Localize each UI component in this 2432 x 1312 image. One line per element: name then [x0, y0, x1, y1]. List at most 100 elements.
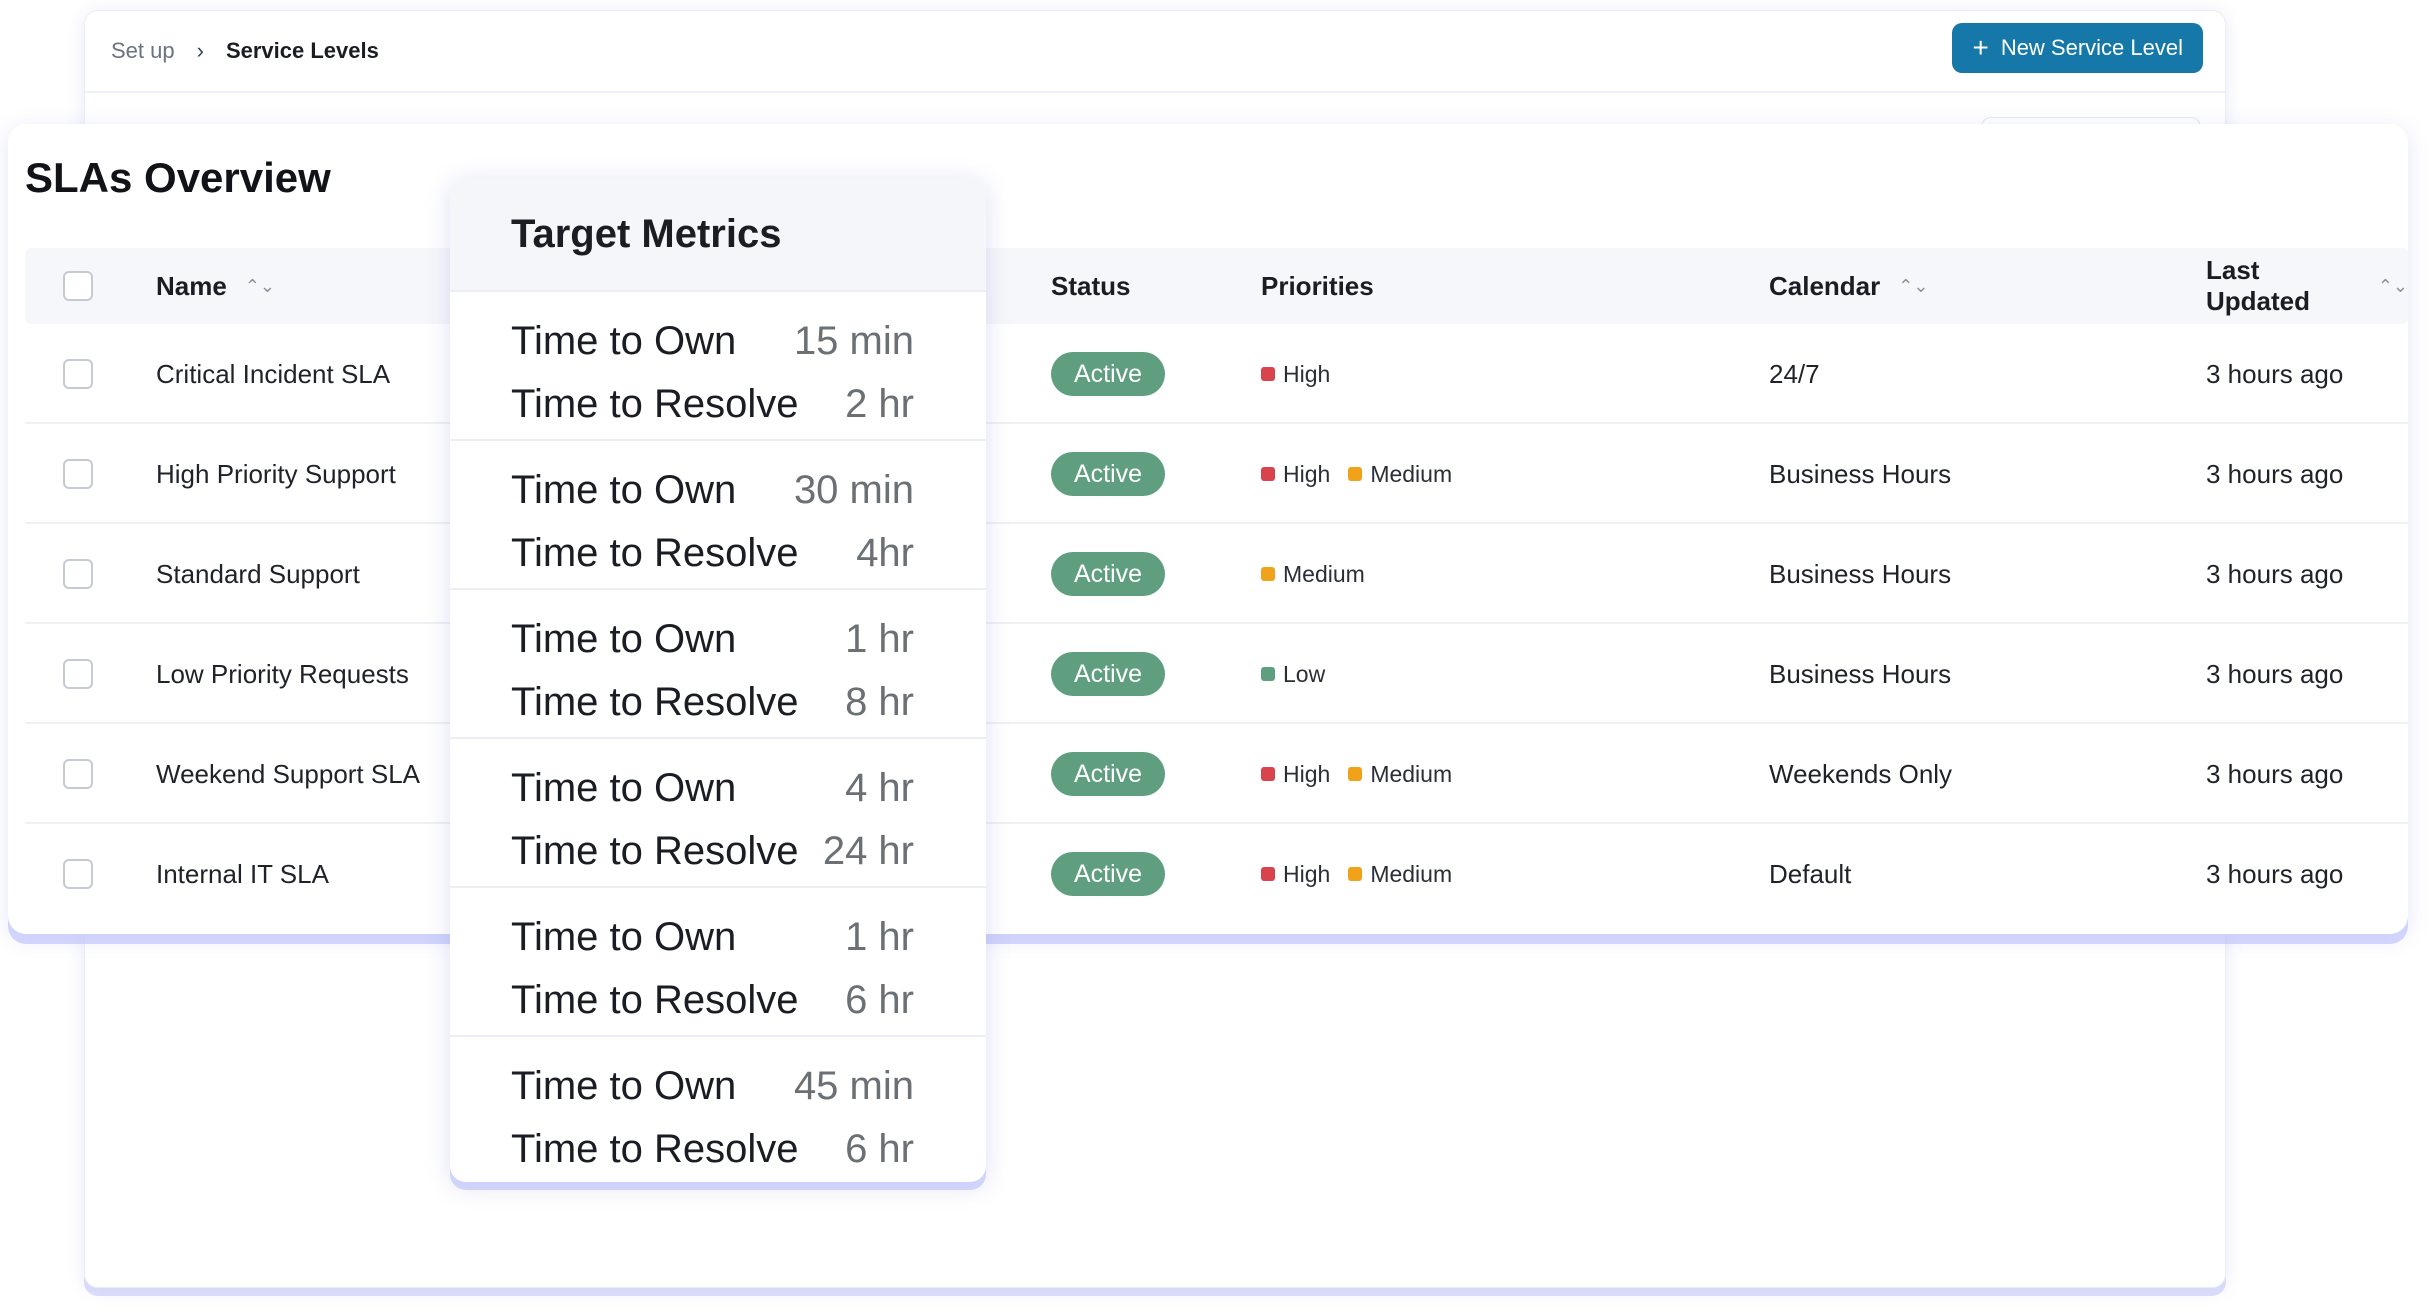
sla-name[interactable]: Internal IT SLA [156, 824, 329, 924]
priority-label: Medium [1370, 460, 1453, 487]
status-cell: Active [1051, 324, 1166, 424]
target-metrics-title: Target Metrics [450, 178, 986, 292]
status-cell: Active [1051, 424, 1166, 524]
new-service-level-label: New Service Level [2000, 35, 2183, 60]
time-to-own-label: Time to Own [511, 617, 737, 661]
column-priorities-label: Priorities [1261, 270, 1374, 301]
status-badge: Active [1051, 452, 1166, 496]
row-checkbox[interactable] [63, 559, 93, 589]
sla-name[interactable]: Standard Support [156, 524, 360, 624]
time-to-resolve-label: Time to Resolve [511, 680, 799, 724]
priority-dot [1348, 767, 1363, 781]
column-calendar-label: Calendar [1769, 270, 1881, 301]
sla-name[interactable]: High Priority Support [156, 424, 396, 524]
time-to-resolve-label: Time to Resolve [511, 1127, 799, 1171]
row-checkbox[interactable] [63, 359, 93, 389]
priority-dot [1261, 567, 1275, 581]
time-to-resolve-value: 6 hr [845, 978, 914, 1022]
time-to-own-label: Time to Own [511, 1064, 737, 1108]
stage: Set up › Service Levels + New Service Le… [0, 0, 2432, 1312]
priority-dot [1261, 367, 1275, 381]
select-all-checkbox[interactable] [63, 271, 93, 301]
priorities-cell: High Medium [1261, 824, 1470, 924]
column-last-updated-label: Last Updated [2206, 255, 2310, 316]
column-status-label: Status [1051, 270, 1131, 301]
time-to-own-row: Time to Own 30 min [511, 459, 986, 522]
column-name-label: Name [156, 270, 227, 301]
time-to-resolve-value: 4hr [856, 531, 914, 575]
priority-dot [1261, 467, 1275, 481]
calendar-cell: Business Hours [1769, 558, 1952, 589]
time-to-resolve-value: 8 hr [845, 680, 914, 724]
row-checkbox[interactable] [63, 759, 93, 789]
priorities-cell: Medium [1261, 524, 1383, 624]
table-row[interactable]: High Priority Support Active High Medium… [25, 424, 2408, 524]
time-to-resolve-row: Time to Resolve 6 hr [511, 1118, 986, 1181]
table-row[interactable]: Standard Support Active Medium Business … [25, 524, 2408, 624]
column-last-updated[interactable]: Last Updated ⌃⌄ [2206, 248, 2408, 324]
time-to-resolve-row: Time to Resolve 4hr [511, 522, 986, 585]
new-service-level-button[interactable]: + New Service Level [1952, 23, 2203, 73]
chevron-right-icon: › [196, 38, 204, 63]
column-name[interactable]: Name ⌃⌄ [156, 248, 275, 324]
time-to-own-row: Time to Own 15 min [511, 310, 986, 373]
sort-icon[interactable]: ⌃⌄ [245, 276, 275, 297]
page-header: Set up › Service Levels [85, 11, 2225, 93]
table-row[interactable]: Critical Incident SLA Active High 24/7 3… [25, 324, 2408, 424]
priority-label: Medium [1370, 760, 1453, 787]
priority-label: High [1283, 460, 1331, 487]
calendar-cell: Weekends Only [1769, 758, 1953, 789]
time-to-resolve-value: 2 hr [845, 382, 914, 426]
priority-tag: High [1261, 861, 1330, 888]
status-badge: Active [1051, 852, 1166, 896]
priority-label: High [1283, 860, 1331, 887]
priorities-cell: Low [1261, 624, 1343, 724]
table-row[interactable]: Low Priority Requests Active Low Busines… [25, 624, 2408, 724]
time-to-resolve-label: Time to Resolve [511, 382, 799, 426]
priority-tag: High [1261, 761, 1330, 788]
column-calendar[interactable]: Calendar ⌃⌄ [1769, 248, 1928, 324]
time-to-own-label: Time to Own [511, 319, 737, 363]
priority-tag: Medium [1348, 461, 1452, 488]
status-cell: Active [1051, 624, 1166, 724]
priority-dot [1261, 867, 1275, 881]
sla-name[interactable]: Critical Incident SLA [156, 324, 390, 424]
priority-tag: High [1261, 361, 1330, 388]
time-to-own-row: Time to Own 1 hr [511, 608, 986, 671]
time-to-own-label: Time to Own [511, 766, 737, 810]
priority-dot [1261, 767, 1275, 781]
priority-dot [1348, 867, 1363, 881]
time-to-own-label: Time to Own [511, 915, 737, 959]
time-to-resolve-row: Time to Resolve 2 hr [511, 373, 986, 436]
table-row[interactable]: Weekend Support SLA Active High Medium W… [25, 724, 2408, 824]
time-to-resolve-value: 6 hr [845, 1127, 914, 1171]
metric-group: Time to Own 1 hr Time to Resolve 6 hr [450, 888, 986, 1037]
priority-label: Medium [1283, 560, 1365, 587]
card-title: SLAs Overview [25, 154, 331, 201]
calendar-cell: Default [1769, 858, 1852, 889]
priorities-cell: High [1261, 324, 1348, 424]
table-row[interactable]: Internal IT SLA Active High Medium Defau… [25, 824, 2408, 924]
time-to-own-row: Time to Own 4 hr [511, 757, 986, 820]
time-to-resolve-row: Time to Resolve 6 hr [511, 969, 986, 1032]
breadcrumb-setup[interactable]: Set up [111, 38, 175, 64]
sla-name[interactable]: Low Priority Requests [156, 624, 409, 724]
row-checkbox[interactable] [63, 859, 93, 889]
priorities-cell: High Medium [1261, 424, 1470, 524]
sla-name[interactable]: Weekend Support SLA [156, 724, 420, 824]
metric-group: Time to Own 30 min Time to Resolve 4hr [450, 441, 986, 590]
last-updated-cell: 3 hours ago [2206, 858, 2344, 889]
status-badge: Active [1051, 652, 1166, 696]
priority-tag: High [1261, 461, 1330, 488]
time-to-own-row: Time to Own 1 hr [511, 906, 986, 969]
last-updated-cell: 3 hours ago [2206, 358, 2344, 389]
column-priorities: Priorities [1261, 248, 1374, 324]
target-metrics-popover: Target Metrics Time to Own 15 min Time to… [450, 178, 986, 1182]
sort-icon[interactable]: ⌃⌄ [2378, 276, 2408, 297]
row-checkbox[interactable] [63, 659, 93, 689]
status-badge: Active [1051, 352, 1166, 396]
row-checkbox[interactable] [63, 459, 93, 489]
last-updated-cell: 3 hours ago [2206, 558, 2344, 589]
time-to-own-value: 45 min [793, 1064, 914, 1108]
sort-icon[interactable]: ⌃⌄ [1898, 276, 1928, 297]
